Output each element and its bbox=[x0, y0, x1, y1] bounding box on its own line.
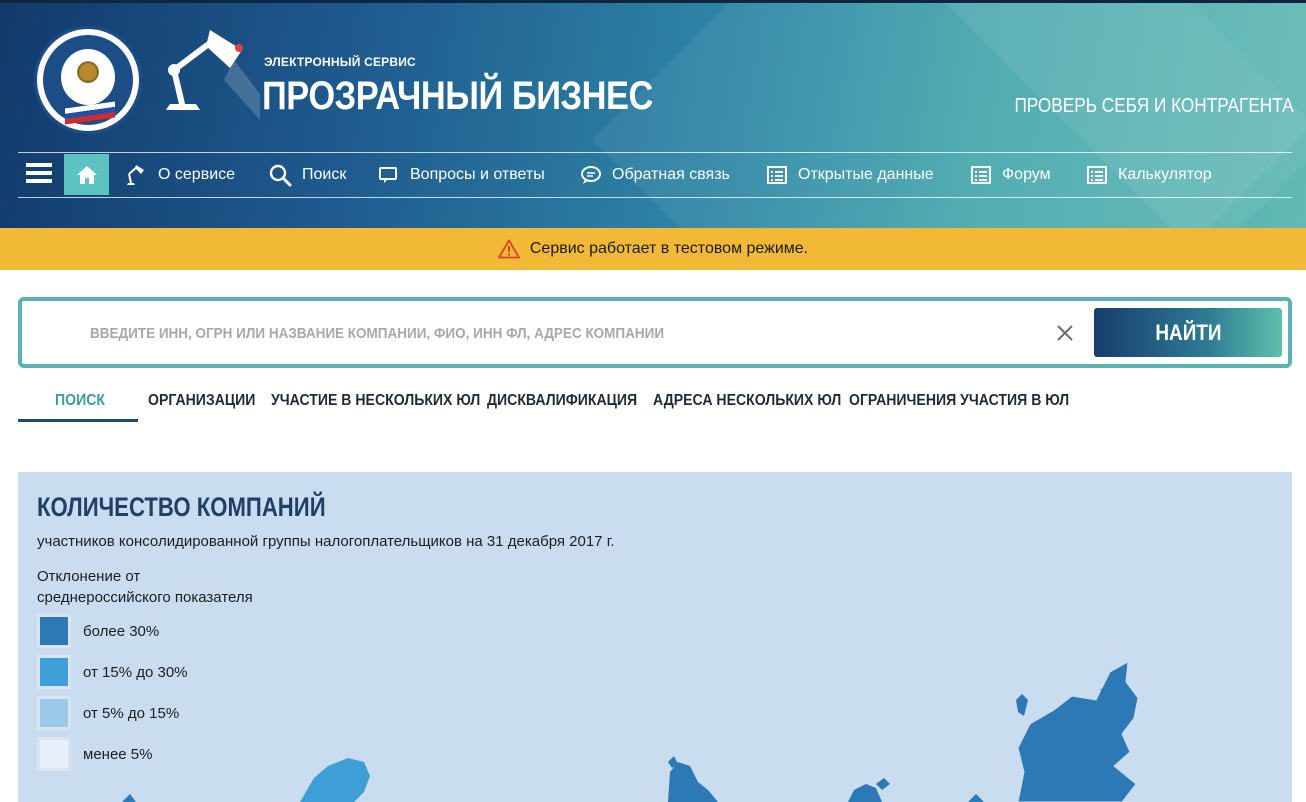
brand-subtitle: ЭЛЕКТРОННЫЙ СЕРВИС bbox=[264, 55, 416, 69]
legend-title-line: Отклонение от bbox=[37, 568, 141, 585]
map-region bbox=[1016, 694, 1028, 716]
stats-title: КОЛИЧЕСТВО КОМПАНИЙ bbox=[37, 492, 326, 522]
find-button-label: НАЙТИ bbox=[1154, 319, 1222, 345]
speech-bubble-icon bbox=[581, 166, 601, 184]
lamp-icon bbox=[127, 165, 144, 185]
list-icon bbox=[1087, 166, 1107, 184]
legend-label: от 15% до 30% bbox=[83, 663, 188, 681]
nav-item-faq[interactable]: Вопросы и ответы bbox=[378, 153, 545, 197]
nav-item-about[interactable]: О сервисе bbox=[124, 153, 235, 197]
tab-disqualification[interactable]: ДИСКВАЛИФИКАЦИЯ bbox=[487, 384, 637, 420]
search-icon bbox=[269, 164, 292, 187]
companies-stats-panel: КОЛИЧЕСТВО КОМПАНИЙ участников консолиди… bbox=[18, 472, 1292, 802]
legend-label: от 5% до 15% bbox=[83, 704, 180, 722]
home-button[interactable] bbox=[64, 154, 109, 195]
legend-title: Отклонение от среднероссийского показате… bbox=[37, 566, 297, 608]
tab-participation-restrictions[interactable]: ОГРАНИЧЕНИЯ УЧАСТИЯ В ЮЛ bbox=[849, 384, 1069, 420]
map-region bbox=[876, 778, 890, 790]
test-mode-banner: Сервис работает в тестовом режиме. bbox=[0, 228, 1306, 270]
nav-item-label: Открытые данные bbox=[798, 166, 934, 183]
chat-icon bbox=[379, 167, 397, 183]
list-icon bbox=[971, 166, 991, 184]
map-region bbox=[122, 794, 136, 802]
legend-item-over-30: более 30% bbox=[37, 613, 159, 649]
main-navigation: О сервисе Поиск Вопросы и ответы Обратна… bbox=[18, 152, 1292, 198]
nav-item-label: Форум bbox=[1002, 166, 1051, 183]
map-region bbox=[668, 762, 718, 802]
list-icon bbox=[767, 166, 787, 184]
tab-search[interactable]: ПОИСК bbox=[55, 384, 105, 420]
search-box: НАЙТИ bbox=[18, 297, 1292, 368]
site-header: ЭЛЕКТРОННЫЙ СЕРВИС ПРОЗРАЧНЫЙ БИЗНЕС ПРО… bbox=[0, 0, 1306, 228]
legend-swatch bbox=[37, 655, 71, 689]
menu-burger-icon[interactable] bbox=[26, 163, 52, 187]
brand-title[interactable]: ПРОЗРАЧНЫЙ БИЗНЕС bbox=[262, 74, 653, 119]
nav-item-label: Калькулятор bbox=[1118, 166, 1212, 183]
map-region bbox=[968, 794, 984, 802]
tab-mass-addresses[interactable]: АДРЕСА НЕСКОЛЬКИХ ЮЛ bbox=[653, 384, 841, 420]
tab-organizations[interactable]: ОРГАНИЗАЦИИ bbox=[148, 384, 255, 420]
legend-label: более 30% bbox=[83, 622, 160, 640]
legend-swatch bbox=[37, 614, 71, 648]
nav-item-label: О сервисе bbox=[158, 166, 236, 183]
top-border bbox=[0, 0, 1306, 3]
legend-item-15-30: от 15% до 30% bbox=[37, 654, 188, 690]
nav-item-label: Обратная связь bbox=[612, 166, 730, 183]
map-region bbox=[300, 758, 370, 802]
legend-title-line: среднероссийского показателя bbox=[37, 589, 253, 606]
home-icon bbox=[76, 165, 97, 184]
nav-item-label: Поиск bbox=[302, 166, 347, 183]
nav-item-feedback[interactable]: Обратная связь bbox=[580, 153, 730, 197]
nav-item-label: Вопросы и ответы bbox=[410, 166, 545, 183]
close-icon[interactable] bbox=[1056, 324, 1074, 342]
legend-swatch bbox=[37, 696, 71, 730]
nav-item-open-data[interactable]: Открытые данные bbox=[766, 153, 934, 197]
map-region bbox=[1017, 661, 1139, 802]
legend-item-under-5: менее 5% bbox=[37, 736, 152, 772]
legend-swatch bbox=[37, 737, 71, 771]
find-button[interactable]: НАЙТИ bbox=[1094, 308, 1282, 357]
stats-subtitle: участников консолидированной группы нало… bbox=[37, 533, 615, 550]
legend-item-5-15: от 5% до 15% bbox=[37, 695, 179, 731]
active-tab-indicator bbox=[18, 419, 138, 422]
banner-text: Сервис работает в тестовом режиме. bbox=[529, 240, 809, 257]
search-input[interactable] bbox=[40, 315, 1040, 351]
fns-emblem-icon[interactable] bbox=[34, 26, 142, 134]
nav-item-forum[interactable]: Форум bbox=[970, 153, 1051, 197]
warning-icon bbox=[497, 239, 520, 259]
desk-lamp-icon bbox=[166, 30, 260, 120]
legend-label: менее 5% bbox=[83, 745, 153, 763]
tab-multiple-participation[interactable]: УЧАСТИЕ В НЕСКОЛЬКИХ ЮЛ bbox=[271, 384, 480, 420]
header-tagline: ПРОВЕРЬ СЕБЯ И КОНТРАГЕНТА bbox=[1014, 95, 1294, 117]
nav-item-search[interactable]: Поиск bbox=[268, 153, 346, 197]
nav-item-calculator[interactable]: Калькулятор bbox=[1086, 153, 1212, 197]
map-region bbox=[848, 784, 882, 802]
